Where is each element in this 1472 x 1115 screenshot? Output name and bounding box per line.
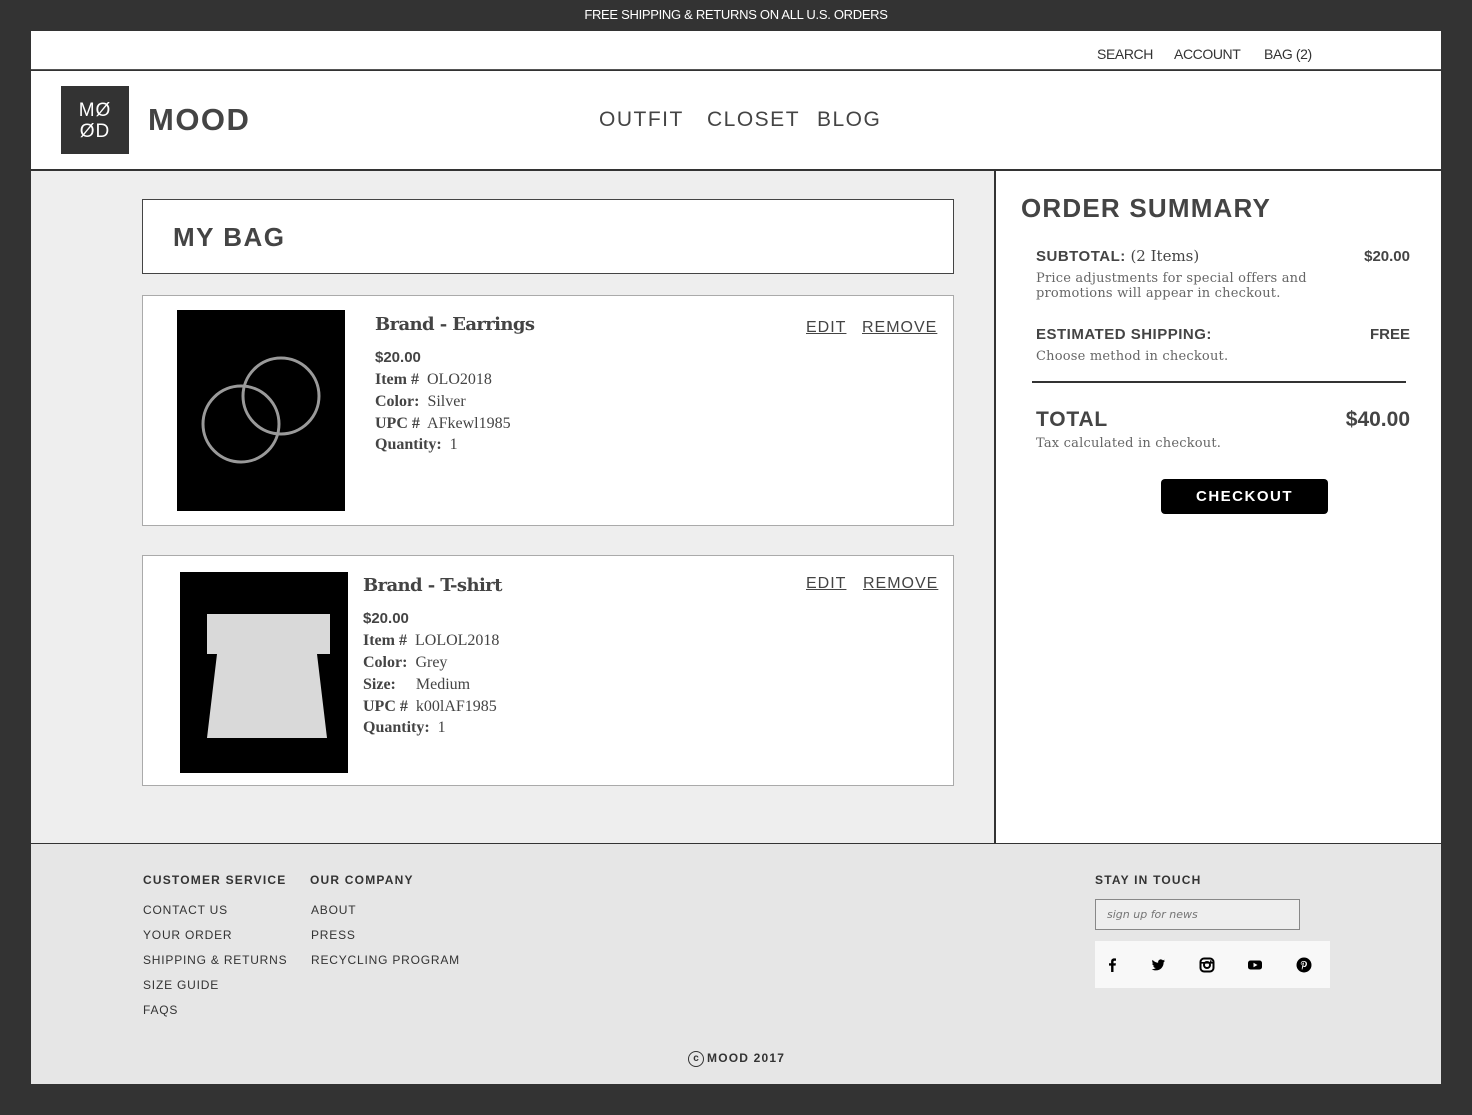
copyright-icon: c [688, 1051, 704, 1067]
summary-title: ORDER SUMMARY [1021, 193, 1272, 223]
pinterest-icon[interactable] [1294, 955, 1314, 975]
edit-button[interactable]: EDIT [806, 319, 846, 337]
item-color-row: Color: Silver [375, 393, 466, 411]
stay-in-touch-heading: STAY IN TOUCH [1095, 873, 1202, 887]
checkout-button[interactable]: CHECKOUT [1161, 479, 1328, 514]
item-color-label: Color: [375, 393, 420, 410]
item-quantity-row: Quantity: 1 [363, 719, 446, 737]
remove-button[interactable]: REMOVE [862, 319, 937, 337]
shipping-label: ESTIMATED SHIPPING: [1036, 326, 1212, 343]
item-number-label: Item # [363, 632, 407, 649]
remove-button[interactable]: REMOVE [863, 575, 938, 593]
item-color-row: Color: Grey [363, 654, 447, 672]
footer-link-faqs[interactable]: FAQS [143, 1003, 178, 1017]
item-quantity: 1 [449, 436, 458, 453]
item-price: $20.00 [363, 610, 409, 627]
utility-bar: SEARCH ACCOUNT BAG (2) [31, 31, 1441, 70]
item-color-label: Color: [363, 654, 408, 671]
footer-link-shipping-returns[interactable]: SHIPPING & RETURNS [143, 953, 287, 967]
shipping-value: FREE [1369, 326, 1410, 343]
item-color: Silver [427, 393, 466, 410]
shipping-note: Choose method in checkout. [1036, 349, 1229, 364]
customer-service-heading: CUSTOMER SERVICE [143, 873, 287, 887]
footer-link-recycling-program[interactable]: RECYCLING PROGRAM [311, 953, 460, 967]
edit-button[interactable]: EDIT [806, 575, 846, 593]
logo-line-1: MØ [78, 100, 112, 121]
item-upc-label: UPC # [375, 415, 420, 432]
search-link[interactable]: SEARCH [1097, 46, 1153, 62]
promo-banner: FREE SHIPPING & RETURNS ON ALL U.S. ORDE… [584, 7, 888, 22]
item-price: $20.00 [375, 349, 421, 366]
item-quantity-label: Quantity: [363, 719, 430, 736]
item-upc: k00lAF1985 [415, 698, 497, 715]
our-company-heading: OUR COMPANY [310, 873, 414, 887]
footer-link-press[interactable]: PRESS [311, 928, 356, 942]
footer-link-contact-us[interactable]: CONTACT US [143, 903, 228, 917]
brand-name[interactable]: MOOD [148, 102, 250, 138]
footer-link-about[interactable]: ABOUT [311, 903, 356, 917]
item-name[interactable]: Brand - Earrings [375, 314, 535, 335]
earrings-icon [201, 356, 321, 464]
nav-outfit[interactable]: OUTFIT [599, 108, 684, 132]
bag-title-box: MY BAG [142, 199, 954, 274]
site-header: MØ ØD MOOD OUTFIT CLOSET BLOG [31, 71, 1441, 170]
item-number-row: Item # LOLOL2018 [363, 632, 499, 650]
footer-link-size-guide[interactable]: SIZE GUIDE [143, 978, 219, 992]
item-number: LOLOL2018 [414, 632, 500, 649]
youtube-icon[interactable] [1245, 955, 1265, 975]
nav-blog[interactable]: BLOG [817, 108, 881, 132]
item-upc: AFkewl1985 [427, 415, 511, 432]
item-upc-label: UPC # [363, 698, 408, 715]
logo[interactable]: MØ ØD [61, 86, 129, 154]
bag-section: MY BAG Brand - Earrings $20.00 Item # OL… [31, 171, 994, 843]
item-number: OLO2018 [426, 371, 492, 388]
tshirt-icon [207, 614, 330, 738]
earrings-image[interactable] [177, 310, 345, 511]
logo-line-2: ØD [79, 121, 111, 142]
item-size: Medium [415, 676, 471, 693]
tshirt-image[interactable] [180, 572, 348, 773]
total-note: Tax calculated in checkout. [1036, 436, 1222, 451]
item-color: Grey [415, 654, 448, 671]
summary-divider [1032, 381, 1406, 383]
subtotal-count: (2 Items) [1130, 247, 1200, 265]
subtotal-label: SUBTOTAL: (2 Items) [1036, 247, 1200, 265]
social-bar [1095, 941, 1330, 988]
item-quantity-row: Quantity: 1 [375, 436, 458, 454]
bag-item-tshirt: Brand - T-shirt $20.00 Item # LOLOL2018 … [142, 555, 954, 786]
item-number-label: Item # [375, 371, 419, 388]
subtotal-value: $20.00 [1364, 248, 1410, 265]
site-footer: CUSTOMER SERVICE CONTACT US YOUR ORDER S… [31, 844, 1441, 1084]
item-upc-row: UPC # AFkewl1985 [375, 415, 511, 433]
order-summary: ORDER SUMMARY SUBTOTAL: (2 Items) $20.00… [994, 171, 1441, 843]
newsletter-input[interactable] [1095, 899, 1300, 930]
total-label: TOTAL [1036, 408, 1109, 431]
item-name[interactable]: Brand - T-shirt [363, 575, 502, 596]
item-number-row: Item # OLO2018 [375, 371, 492, 389]
footer-link-your-order[interactable]: YOUR ORDER [143, 928, 232, 942]
subtotal-note-1: Price adjustments for special offers and [1036, 271, 1307, 286]
account-link[interactable]: ACCOUNT [1174, 46, 1241, 62]
copyright-text: MOOD 2017 [707, 1051, 786, 1066]
copyright: c MOOD 2017 [688, 1051, 785, 1067]
subtotal-note-2: promotions will appear in checkout. [1036, 286, 1281, 301]
page-title: MY BAG [173, 222, 286, 252]
item-upc-row: UPC # k00lAF1985 [363, 698, 497, 716]
instagram-icon[interactable] [1197, 955, 1217, 975]
bag-link[interactable]: BAG (2) [1264, 46, 1312, 62]
bag-item-earrings: Brand - Earrings $20.00 Item # OLO2018 C… [142, 295, 954, 526]
twitter-icon[interactable] [1148, 955, 1168, 975]
facebook-icon[interactable] [1102, 955, 1122, 975]
nav-closet[interactable]: CLOSET [707, 108, 800, 132]
item-size-label: Size: [363, 676, 396, 693]
item-quantity: 1 [437, 719, 446, 736]
item-size-row: Size: Medium [363, 676, 470, 694]
total-value: $40.00 [1345, 408, 1410, 431]
item-quantity-label: Quantity: [375, 436, 442, 453]
